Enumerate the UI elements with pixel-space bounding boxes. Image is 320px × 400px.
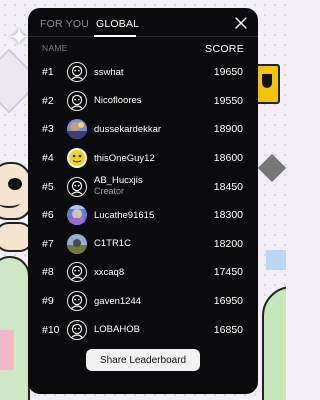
score-value: 19650 [213,66,243,79]
leaderboard-tabs: FOR YOU GLOBAL [28,8,258,37]
cartoon-character-body-right [262,286,286,400]
leaderboard-row[interactable]: #9 gaven1244 16950 [28,287,258,316]
score-value: 17450 [213,266,243,279]
score-value: 18900 [213,123,243,136]
default-avatar-icon [67,291,87,312]
rank-label: #8 [42,266,54,279]
score-value: 18200 [213,237,243,250]
username: gaven1244 [94,295,142,307]
leaderboard-list: #1 sswhat 19650 #2 Nicofloores 19550 #3 … [28,58,258,344]
active-tab-indicator [94,35,136,37]
leaderboard-panel: FOR YOU GLOBAL NAME SCORE #1 sswhat 1965… [28,8,258,394]
username: C1TR1C [94,238,131,250]
rank-label: #1 [42,66,54,79]
default-avatar-icon [67,62,87,83]
rank-label: #10 [42,323,60,336]
tab-for-you[interactable]: FOR YOU [40,18,89,30]
score-column-header: SCORE [205,43,244,55]
username: Lucathe91615 [94,209,155,221]
username: AB_Hucxjis [94,175,143,187]
yellow-emoji-avatar [67,148,87,169]
username: dussekardekkar [94,123,162,135]
rank-label: #7 [42,237,54,250]
rank-label: #3 [42,123,54,136]
photo-avatar [67,119,87,140]
default-avatar-icon [67,262,87,283]
leaderboard-row[interactable]: #2 Nicofloores 19550 [28,87,258,116]
score-value: 18300 [213,209,243,222]
leaderboard-row[interactable]: #1 sswhat 19650 [28,58,258,87]
rank-label: #9 [42,295,54,308]
default-avatar-icon [67,319,87,340]
tab-global[interactable]: GLOBAL [96,18,139,30]
leaderboard-row[interactable]: #3 dussekardekkar 18900 [28,115,258,144]
photo-avatar [67,205,87,226]
leaderboard-row[interactable]: #5 AB_Hucxjis Creator 18450 [28,172,258,201]
creator-role-label: Creator [94,186,125,197]
share-leaderboard-button[interactable]: Share Leaderboard [86,349,200,371]
leaderboard-row[interactable]: #10 LOBAHOB 16850 [28,315,258,344]
name-column-header: NAME [42,43,68,53]
username: thisOneGuy12 [94,152,155,164]
background-block-blue [266,250,286,270]
background-block-pink [0,330,14,370]
leaderboard-row[interactable]: #7 C1TR1C 18200 [28,230,258,259]
sparkle-icon: ✦ [8,22,30,52]
rank-label: #5 [42,180,54,193]
cartoon-character-body-left [0,256,30,400]
default-avatar-icon [67,176,87,197]
leaderboard-row[interactable]: #4 thisOneGuy12 18600 [28,144,258,173]
score-value: 18600 [213,152,243,165]
leaderboard-row[interactable]: #8 xxcaq8 17450 [28,258,258,287]
score-value: 19550 [213,94,243,107]
leaderboard-row[interactable]: #6 Lucathe91615 18300 [28,201,258,230]
username: LOBAHOB [94,324,140,336]
photo-avatar [67,233,87,254]
score-value: 16850 [213,323,243,336]
rank-label: #2 [42,94,54,107]
username: xxcaq8 [94,266,125,278]
rank-label: #6 [42,209,54,222]
score-value: 18450 [213,180,243,193]
close-button[interactable] [234,16,248,30]
username: sswhat [94,66,124,78]
default-avatar-icon [67,90,87,111]
username: Nicofloores [94,95,142,107]
score-value: 16950 [213,295,243,308]
rank-label: #4 [42,152,54,165]
close-icon [235,17,247,29]
